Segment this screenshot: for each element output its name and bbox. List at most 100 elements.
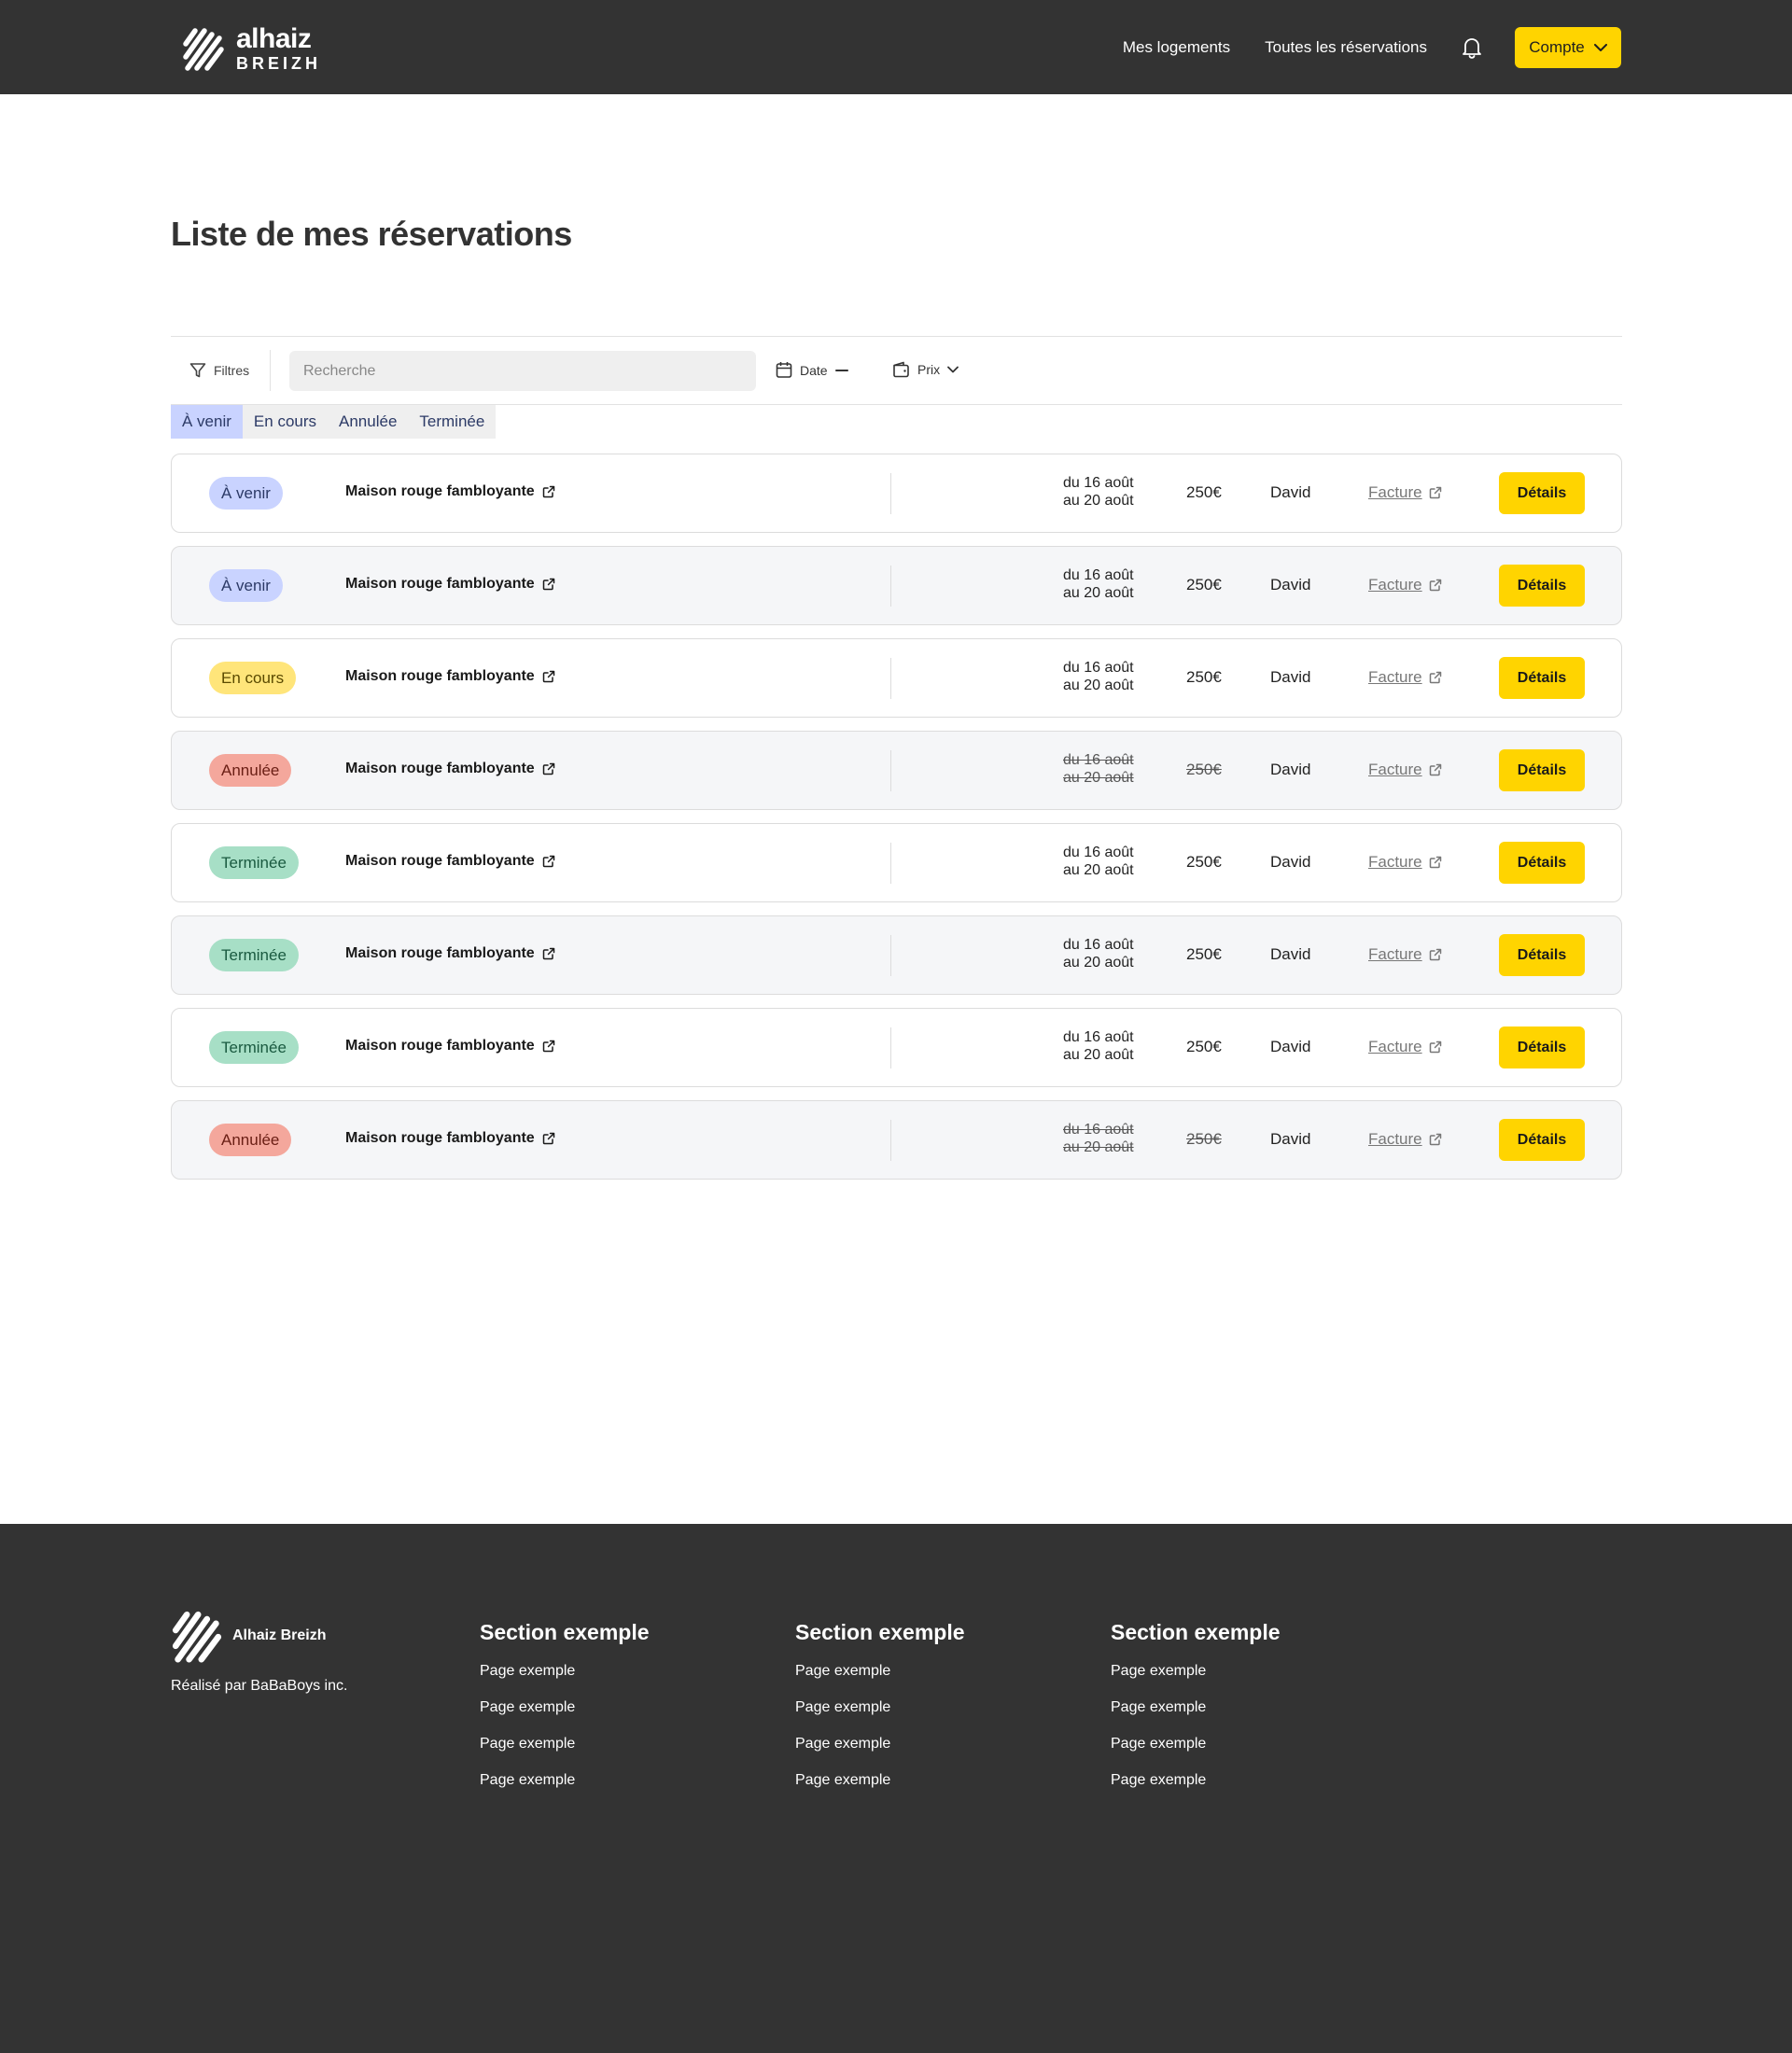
date-range: du 16 août au 20 août — [1063, 1028, 1134, 1064]
row-divider — [890, 935, 891, 976]
invoice-link[interactable]: Facture — [1368, 1038, 1442, 1056]
invoice-link[interactable]: Facture — [1368, 1130, 1442, 1149]
date-range: du 16 août au 20 août — [1063, 474, 1134, 510]
guest-name: David — [1270, 945, 1311, 963]
invoice-link[interactable]: Facture — [1368, 853, 1442, 872]
house-link[interactable]: Maison rouge fambloyante — [345, 853, 555, 870]
house-link[interactable]: Maison rouge fambloyante — [345, 761, 555, 777]
footer-link[interactable]: Page exemple — [1111, 1662, 1281, 1698]
footer-link[interactable]: Page exemple — [480, 1698, 650, 1735]
filters-button[interactable]: Filtres — [189, 362, 249, 379]
external-link-icon — [542, 762, 554, 775]
date-range: du 16 août au 20 août — [1063, 659, 1134, 694]
external-link-icon — [542, 485, 554, 498]
date-to: au 20 août — [1063, 1139, 1134, 1155]
table-row: Annulée Maison rouge fambloyante du 16 aoû… — [171, 1100, 1622, 1180]
footer-link[interactable]: Page exemple — [795, 1662, 965, 1698]
details-button[interactable]: Détails — [1499, 657, 1585, 699]
table-row: À venir Maison rouge fambloyante du 16 aoû… — [171, 454, 1622, 533]
house-name: Maison rouge fambloyante — [345, 945, 535, 961]
tab-3[interactable]: Terminée — [408, 405, 496, 439]
invoice-label: Facture — [1368, 1130, 1422, 1148]
footer-credit: Réalisé par BaBaBoys inc. — [171, 1678, 348, 1694]
filter-divider — [270, 350, 271, 391]
external-link-icon — [542, 670, 554, 683]
tab-1[interactable]: En cours — [243, 405, 328, 439]
house-name: Maison rouge fambloyante — [345, 761, 535, 776]
house-name: Maison rouge fambloyante — [345, 668, 535, 684]
status-badge: À venir — [209, 569, 283, 602]
table-row: Terminée Maison rouge fambloyante du 16 ao… — [171, 1008, 1622, 1087]
invoice-link[interactable]: Facture — [1368, 483, 1442, 502]
invoice-label: Facture — [1368, 668, 1422, 686]
details-button[interactable]: Détails — [1499, 749, 1585, 791]
invoice-link[interactable]: Facture — [1368, 945, 1442, 964]
footer-link[interactable]: Page exemple — [1111, 1698, 1281, 1735]
tab-0[interactable]: À venir — [171, 405, 243, 439]
date-from: du 16 août — [1063, 845, 1134, 860]
row-divider — [890, 1027, 891, 1068]
date-from: du 16 août — [1063, 567, 1134, 583]
chevron-down-icon — [947, 366, 959, 373]
details-button[interactable]: Détails — [1499, 934, 1585, 976]
guest-name: David — [1270, 1038, 1311, 1055]
nav-link-toutes-reservations[interactable]: Toutes les réservations — [1265, 38, 1427, 57]
external-link-icon — [542, 578, 554, 591]
footer-link[interactable]: Page exemple — [795, 1735, 965, 1771]
price: 250€ — [1186, 668, 1222, 686]
details-button[interactable]: Détails — [1499, 1119, 1585, 1161]
date-sort-button[interactable]: Date — [776, 361, 848, 379]
footer-link[interactable]: Page exemple — [1111, 1771, 1281, 1808]
row-divider — [890, 750, 891, 791]
invoice-link[interactable]: Facture — [1368, 668, 1442, 687]
house-link[interactable]: Maison rouge fambloyante — [345, 945, 555, 962]
calendar-icon — [776, 362, 792, 378]
date-to: au 20 août — [1063, 677, 1134, 693]
details-button[interactable]: Détails — [1499, 472, 1585, 514]
top-header: alhaiz BREIZH Mes logements Toutes les r… — [0, 0, 1792, 94]
house-link[interactable]: Maison rouge fambloyante — [345, 668, 555, 685]
price: 250€ — [1186, 1130, 1222, 1148]
status-badge: À venir — [209, 477, 283, 510]
footer-link[interactable]: Page exemple — [795, 1698, 965, 1735]
footer-link[interactable]: Page exemple — [480, 1662, 650, 1698]
external-link-icon — [1429, 486, 1441, 499]
house-link[interactable]: Maison rouge fambloyante — [345, 1038, 555, 1054]
external-link-icon — [1429, 948, 1441, 961]
chevron-down-icon — [1593, 43, 1607, 51]
logo-line2: BREIZH — [236, 54, 321, 73]
nav-link-mes-logements[interactable]: Mes logements — [1123, 38, 1230, 57]
invoice-link[interactable]: Facture — [1368, 761, 1442, 779]
footer-link[interactable]: Page exemple — [795, 1771, 965, 1808]
invoice-link[interactable]: Facture — [1368, 576, 1442, 594]
brand-logo[interactable]: alhaiz BREIZH — [182, 24, 321, 73]
footer-link[interactable]: Page exemple — [1111, 1735, 1281, 1771]
account-button[interactable]: Compte — [1515, 27, 1621, 68]
tab-2[interactable]: Annulée — [328, 405, 408, 439]
house-link[interactable]: Maison rouge fambloyante — [345, 576, 555, 593]
footer-link[interactable]: Page exemple — [480, 1735, 650, 1771]
external-link-icon — [1429, 671, 1441, 684]
footer-brand[interactable]: Alhaiz Breizh — [171, 1608, 326, 1664]
table-row: Terminée Maison rouge fambloyante du 16 ao… — [171, 823, 1622, 902]
details-button[interactable]: Détails — [1499, 1026, 1585, 1068]
row-divider — [890, 473, 891, 514]
price-sort-button[interactable]: Prix — [892, 361, 959, 378]
date-to: au 20 août — [1063, 862, 1134, 878]
price: 250€ — [1186, 576, 1222, 594]
table-row: Terminée Maison rouge fambloyante du 16 ao… — [171, 915, 1622, 995]
notifications-button[interactable] — [1461, 36, 1483, 59]
details-button[interactable]: Détails — [1499, 565, 1585, 607]
details-button[interactable]: Détails — [1499, 842, 1585, 884]
footer-section-1: Section exemple Page exemple Page exempl… — [480, 1620, 650, 1808]
search-input[interactable] — [289, 351, 756, 391]
date-to: au 20 août — [1063, 770, 1134, 786]
price: 250€ — [1186, 853, 1222, 871]
external-link-icon — [1429, 1133, 1441, 1146]
reservation-list: À venir Maison rouge fambloyante du 16 aoû… — [171, 454, 1622, 1193]
date-from: du 16 août — [1063, 752, 1134, 768]
footer-link[interactable]: Page exemple — [480, 1771, 650, 1808]
house-link[interactable]: Maison rouge fambloyante — [345, 1130, 555, 1147]
filters-label: Filtres — [214, 363, 250, 378]
house-link[interactable]: Maison rouge fambloyante — [345, 483, 555, 500]
